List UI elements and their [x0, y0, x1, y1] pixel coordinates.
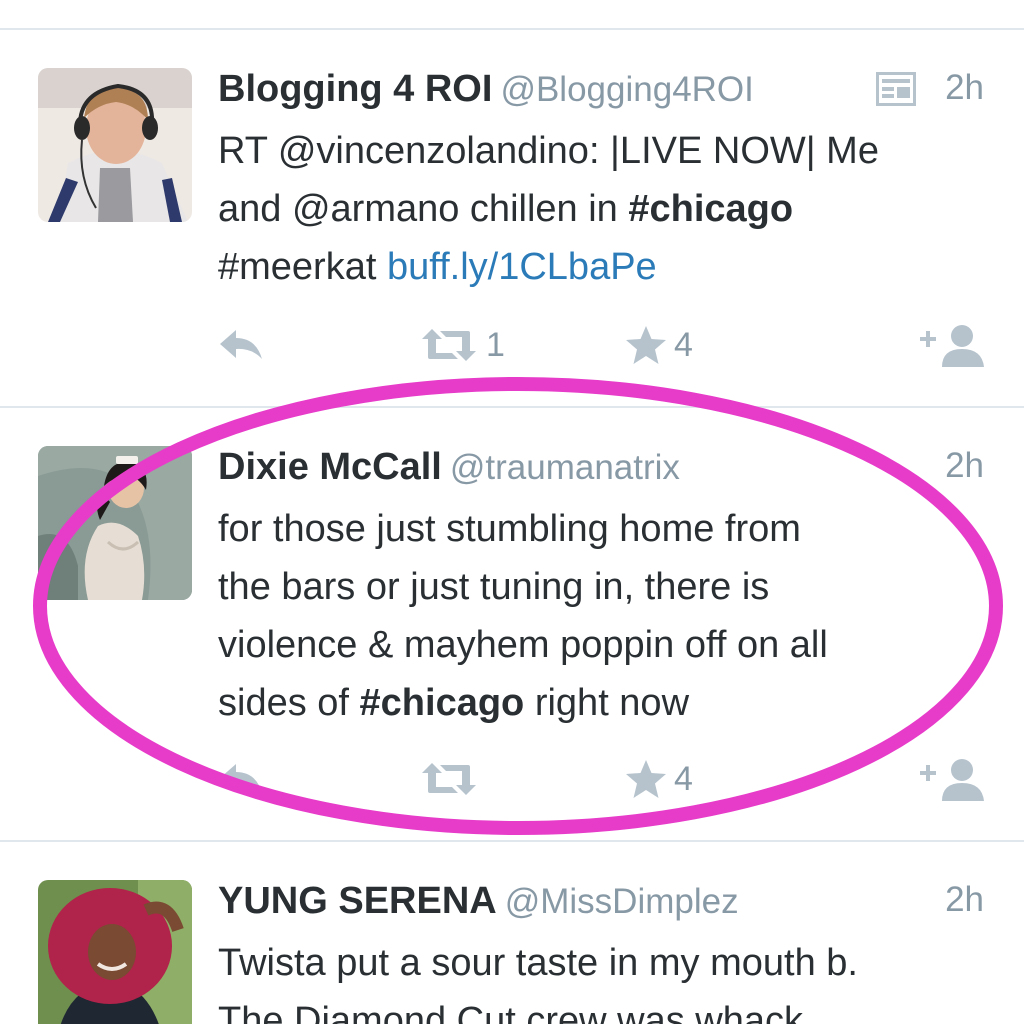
tweet-text-segment: and @armano chillen in	[218, 188, 629, 230]
follow-button[interactable]	[918, 754, 988, 804]
avatar-pinup-photo	[38, 446, 192, 600]
tweet-timestamp[interactable]: 2h	[945, 446, 984, 486]
tweet-text: Twista put a sour taste in my mouth b. T…	[218, 934, 998, 1024]
tweet-header: YUNG SERENA @MissDimplez 2h	[218, 880, 984, 930]
author-handle[interactable]: @MissDimplez	[505, 882, 739, 921]
tweet-actions: 1 4	[0, 320, 1024, 370]
tweet-text-line: The Diamond Cut crew was whack	[218, 1000, 803, 1024]
hashtag-link[interactable]: #chicago	[360, 682, 525, 724]
author-name[interactable]: Blogging 4 ROI	[218, 68, 492, 110]
tweet-text-line: sides of #chicago right now	[218, 674, 998, 732]
avatar-portrait-photo	[38, 880, 192, 1024]
avatar-headphones-photo	[38, 68, 192, 222]
retweet-icon	[422, 329, 476, 361]
retweet-button[interactable]: 1	[418, 320, 505, 370]
reply-button[interactable]	[218, 320, 266, 370]
tweet-text-line: Twista put a sour taste in my mouth b.	[218, 942, 858, 984]
tweet-text: RT @vincenzolandino: |LIVE NOW| Me and @…	[218, 122, 998, 296]
timeline: Blogging 4 ROI @Blogging4ROI 2h RT @vince…	[0, 0, 1024, 1024]
avatar[interactable]	[38, 68, 192, 222]
tweet-blogging4roi[interactable]: Blogging 4 ROI @Blogging4ROI 2h RT @vince…	[0, 30, 1024, 406]
author-handle[interactable]: @Blogging4ROI	[500, 70, 753, 109]
retweet-count: 1	[486, 325, 505, 364]
tweet-text-segment: sides of	[218, 682, 360, 724]
tweet-traumanatrix[interactable]: Dixie McCall @traumanatrix 2h for those j…	[0, 408, 1024, 840]
tweet-header: Blogging 4 ROI @Blogging4ROI 2h	[218, 68, 984, 118]
hashtag-link[interactable]: #chicago	[628, 188, 793, 230]
author-name[interactable]: Dixie McCall	[218, 446, 442, 488]
tweet-text-line: the bars or just tuning in, there is	[218, 566, 770, 608]
avatar[interactable]	[38, 880, 192, 1024]
author-handle[interactable]: @traumanatrix	[450, 448, 680, 487]
avatar[interactable]	[38, 446, 192, 600]
reply-button[interactable]	[218, 754, 266, 804]
follow-user-icon	[920, 759, 984, 801]
favorite-button[interactable]: 4	[624, 320, 693, 370]
favorite-count: 4	[674, 325, 693, 364]
reply-icon	[220, 764, 262, 793]
star-icon	[626, 326, 666, 364]
tweet-actions: 4	[0, 754, 1024, 804]
tweet-text-segment: right now	[524, 682, 690, 724]
tweet-text-line: for those just stumbling home from	[218, 508, 801, 550]
retweet-icon	[422, 763, 476, 795]
favorite-count: 4	[674, 759, 693, 798]
reply-icon	[220, 330, 262, 359]
retweet-button[interactable]	[418, 754, 486, 804]
tweet-timestamp[interactable]: 2h	[945, 880, 984, 920]
tweet-header: Dixie McCall @traumanatrix 2h	[218, 446, 984, 496]
tweet-missdimplez[interactable]: YUNG SERENA @MissDimplez 2h Twista put a …	[0, 842, 1024, 1024]
tweet-text-line: RT @vincenzolandino: |LIVE NOW| Me	[218, 130, 879, 172]
tweet-timestamp[interactable]: 2h	[945, 68, 984, 108]
tweet-text-line: and @armano chillen in #chicago	[218, 180, 998, 238]
author-name[interactable]: YUNG SERENA	[218, 880, 497, 922]
tweet-text-line: violence & mayhem poppin off on all	[218, 624, 828, 666]
favorite-button[interactable]: 4	[624, 754, 693, 804]
star-icon	[626, 760, 666, 798]
follow-button[interactable]	[918, 320, 988, 370]
tweet-text-line: #meerkat buff.ly/1CLbaPe	[218, 238, 998, 296]
url-link[interactable]: buff.ly/1CLbaPe	[387, 246, 657, 288]
follow-user-icon	[920, 325, 984, 367]
tweet-text: for those just stumbling home from the b…	[218, 500, 998, 732]
hashtag-link[interactable]: #meerkat	[218, 246, 387, 288]
summary-card-icon	[876, 72, 916, 106]
